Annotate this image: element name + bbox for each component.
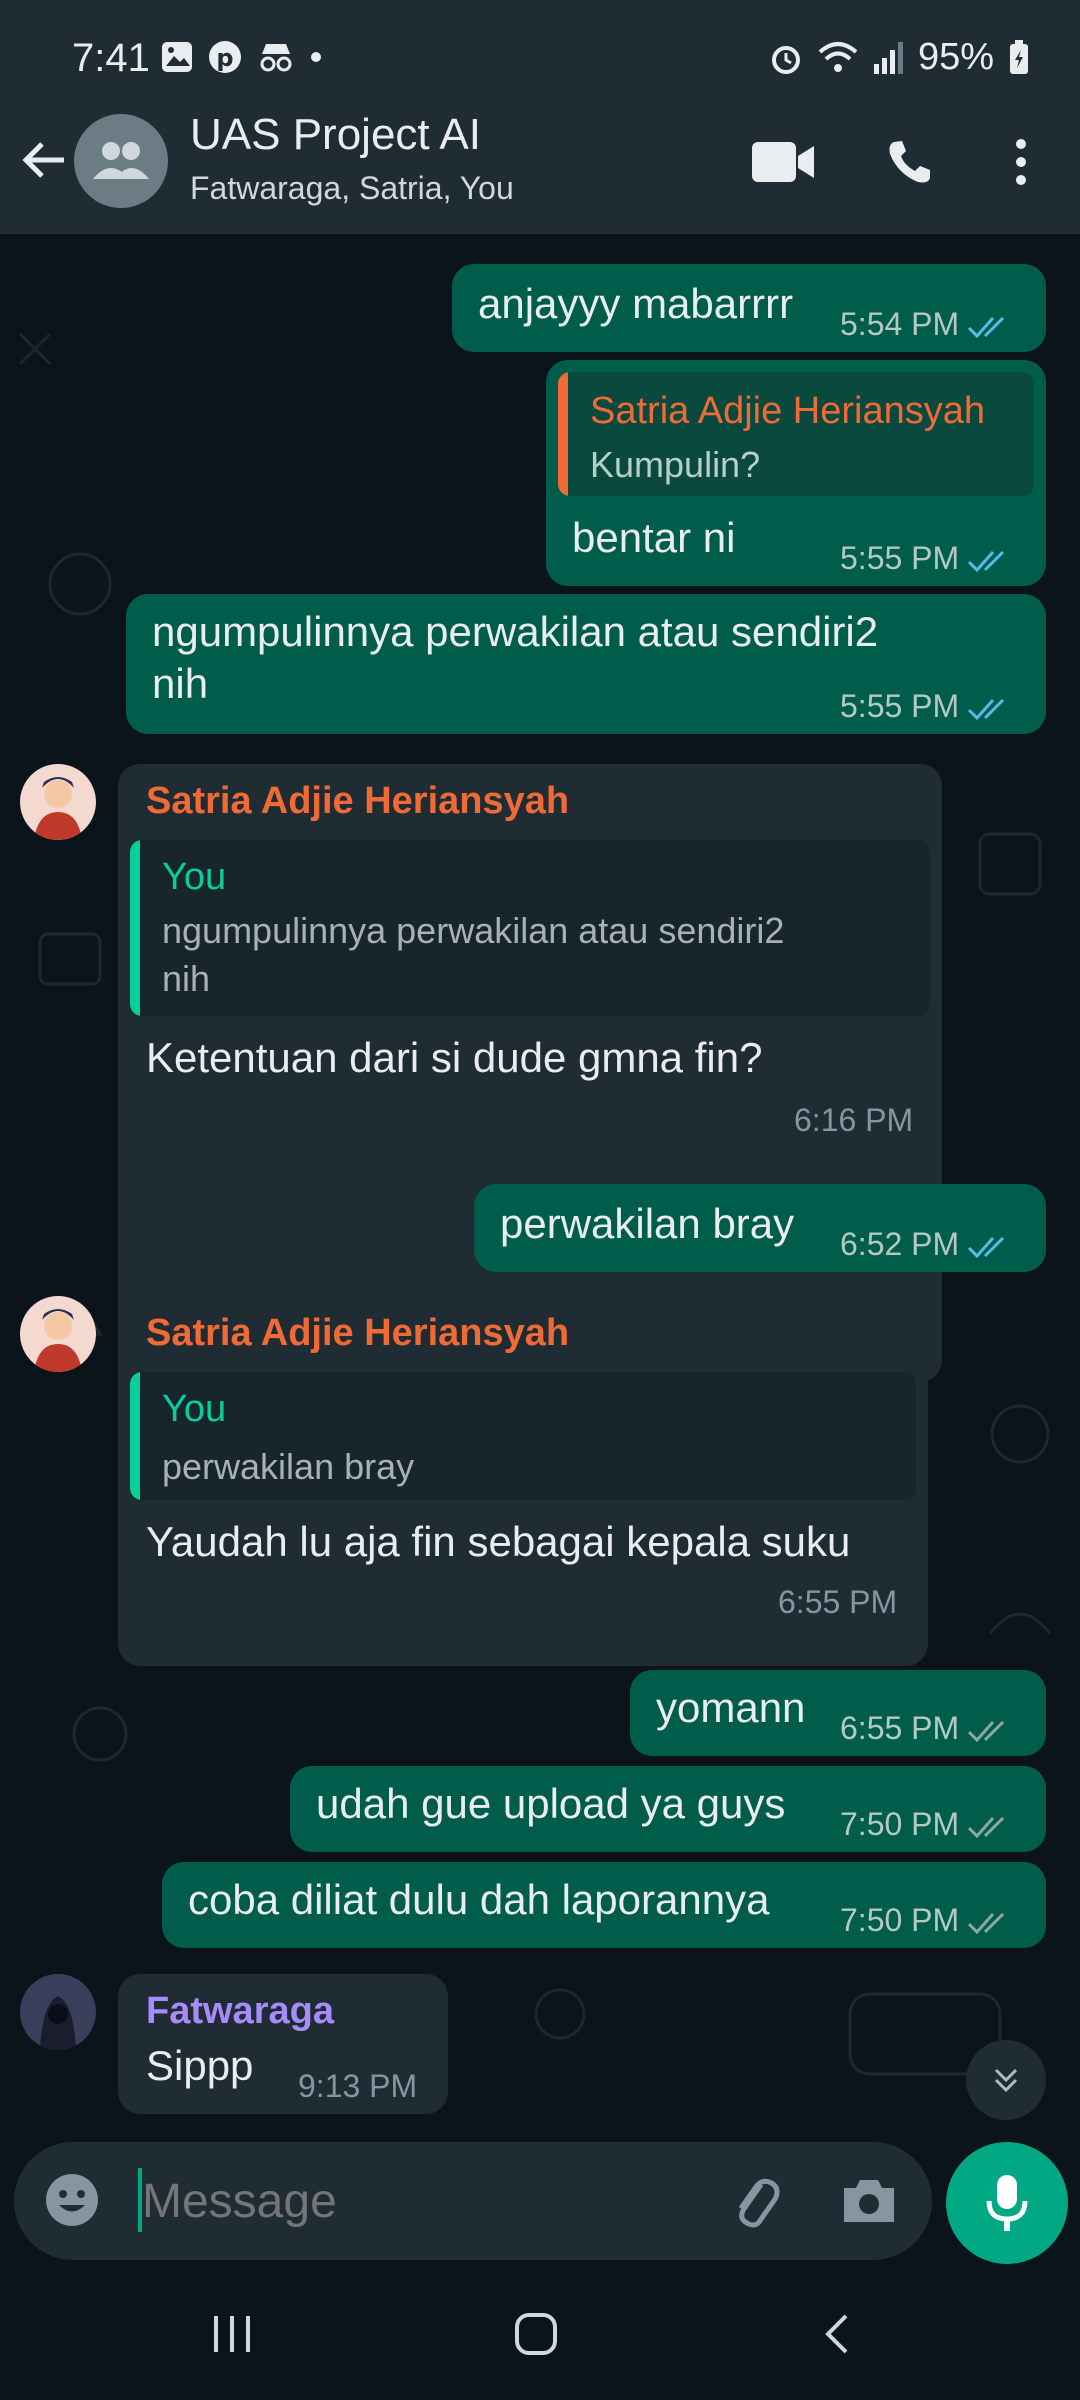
battery-percent: 95% [917, 36, 994, 78]
message-text-line2: nih [152, 660, 209, 707]
message-time: 5:55 PM [840, 538, 1011, 578]
quote-text-line1: ngumpulinnya perwakilan atau sendiri2 [162, 910, 785, 951]
outgoing-message[interactable]: ngumpulinnya perwakilan atau sendiri2 ni… [126, 594, 1046, 734]
outgoing-message[interactable]: yomann 6:55 PM [630, 1670, 1046, 1756]
scroll-down-button[interactable] [966, 2040, 1046, 2120]
status-system-icons: 95% [768, 36, 1030, 79]
status-time: 7:41 [72, 36, 150, 80]
message-text: bentar ni [572, 514, 736, 561]
read-double-tick-icon [968, 698, 1005, 720]
sender-name[interactable]: Fatwaraga [146, 1988, 334, 2036]
outgoing-reply-message[interactable]: Satria Adjie Heriansyah Kumpulin? bentar… [546, 360, 1046, 586]
back-nav-icon[interactable] [822, 2312, 852, 2356]
read-double-tick-icon [968, 316, 1005, 338]
quote-text: Kumpulin? [590, 444, 761, 485]
read-double-tick-icon [968, 1236, 1005, 1258]
phone-icon[interactable] [886, 138, 934, 191]
more-options-icon[interactable] [1014, 138, 1028, 191]
scroll-down-icon [994, 2068, 1018, 2093]
voice-message-button[interactable] [946, 2142, 1068, 2264]
incoming-reply-message[interactable]: Satria Adjie Heriansyah You ngumpulinnya… [118, 764, 942, 1382]
message-text: udah gue upload ya guys [316, 1780, 786, 1827]
message-text: perwakilan bray [500, 1200, 795, 1247]
sender-name[interactable]: Satria Adjie Heriansyah [146, 1310, 569, 1358]
message-time: 5:55 PM [840, 686, 1011, 726]
quote-sender: You [162, 1388, 227, 1430]
mic-icon [986, 2175, 1028, 2231]
avatar[interactable] [20, 1296, 96, 1372]
quoted-message[interactable]: Satria Adjie Heriansyah Kumpulin? [558, 372, 1034, 496]
quote-text-line2: nih [162, 958, 211, 999]
chat-messages-area[interactable]: anjayyy mabarrrr 5:54 PM Satria Adjie He… [0, 234, 1080, 2134]
message-text-line1: ngumpulinnya perwakilan atau sendiri2 [152, 608, 879, 655]
message-text: yomann [656, 1684, 806, 1731]
dot-icon [311, 52, 321, 62]
status-notification-icons: p [160, 40, 322, 74]
message-time: 7:50 PM [840, 1804, 1011, 1844]
message-time: 9:13 PM [298, 2068, 418, 2104]
battery-icon [1010, 39, 1028, 74]
message-time: 5:54 PM [840, 304, 1011, 344]
quote-bar [558, 372, 568, 496]
incoming-reply-message[interactable]: Satria Adjie Heriansyah You perwakilan b… [118, 1296, 928, 1666]
delivered-double-tick-icon [968, 1816, 1005, 1838]
group-avatar[interactable] [74, 114, 168, 208]
message-text: coba diliat dulu dah laporannya [188, 1876, 770, 1923]
video-call-icon[interactable] [752, 142, 816, 187]
message-time: 6:55 PM [778, 1584, 898, 1620]
signal-icon [873, 41, 903, 74]
delivered-double-tick-icon [968, 1912, 1005, 1934]
home-nav-icon[interactable] [514, 2312, 558, 2356]
quoted-message[interactable]: You ngumpulinnya perwakilan atau sendiri… [130, 840, 930, 1016]
quote-text: perwakilan bray [162, 1446, 415, 1487]
camera-icon[interactable] [840, 2176, 898, 2226]
sender-name[interactable]: Satria Adjie Heriansyah [146, 778, 569, 826]
pinterest-notification-icon: p [209, 41, 241, 73]
delivered-double-tick-icon [968, 1720, 1005, 1742]
quote-sender: Satria Adjie Heriansyah [590, 390, 985, 432]
group-icon [93, 142, 149, 179]
chat-title[interactable]: UAS Project AI [190, 110, 481, 160]
message-text: anjayyy mabarrrr [478, 280, 794, 327]
app-header: 7:41 p 95% UAS Project AI Fatwaraga, Sat… [0, 0, 1080, 234]
message-time: 6:55 PM [840, 1708, 1011, 1748]
message-time: 6:52 PM [840, 1224, 1011, 1264]
system-navigation-bar [0, 2270, 1080, 2400]
quote-bar [130, 840, 140, 1016]
message-time: 7:50 PM [840, 1900, 1011, 1940]
message-text: Yaudah lu aja fin sebagai kepala suku [146, 1518, 851, 1565]
back-arrow-icon[interactable] [20, 130, 70, 190]
incognito-notification-icon [260, 44, 292, 72]
svg-text:p: p [216, 44, 233, 72]
recents-nav-icon[interactable] [210, 2314, 254, 2354]
gallery-notification-icon [162, 42, 192, 72]
message-input[interactable] [142, 2162, 702, 2240]
outgoing-message[interactable]: udah gue upload ya guys 7:50 PM [290, 1766, 1046, 1852]
emoji-icon[interactable] [44, 2172, 100, 2228]
message-text: Sippp [146, 2042, 254, 2089]
chat-participants[interactable]: Fatwaraga, Satria, You [190, 170, 514, 207]
incoming-message[interactable]: Fatwaraga Sippp 9:13 PM [118, 1974, 448, 2114]
message-text: Ketentuan dari si dude gmna fin? [146, 1034, 763, 1081]
outgoing-message[interactable]: coba diliat dulu dah laporannya 7:50 PM [162, 1862, 1046, 1948]
message-time: 6:16 PM [794, 1102, 914, 1138]
quote-bar [130, 1372, 140, 1500]
avatar[interactable] [20, 1974, 96, 2050]
outgoing-message[interactable]: perwakilan bray 6:52 PM [474, 1184, 1046, 1272]
message-input-bar[interactable] [14, 2142, 932, 2260]
wifi-icon [818, 41, 858, 72]
quoted-message[interactable]: You perwakilan bray [130, 1372, 916, 1500]
read-double-tick-icon [968, 550, 1005, 572]
outgoing-message[interactable]: anjayyy mabarrrr 5:54 PM [452, 264, 1046, 352]
quote-sender: You [162, 856, 227, 898]
alarm-icon [771, 45, 800, 74]
attach-icon[interactable] [724, 2172, 784, 2232]
avatar[interactable] [20, 764, 96, 840]
